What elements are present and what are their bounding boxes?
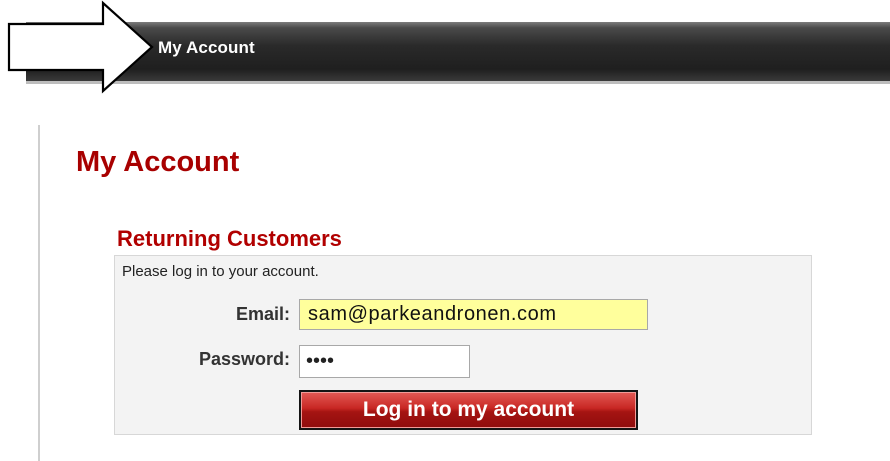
arrow-right-icon	[7, 0, 154, 94]
email-field[interactable]	[299, 299, 648, 330]
login-panel: Please log in to your account. Email: Pa…	[114, 255, 812, 435]
login-intro-text: Please log in to your account.	[122, 263, 319, 280]
email-label: Email:	[235, 304, 290, 324]
returning-customers-heading: Returning Customers	[117, 226, 342, 251]
login-button[interactable]: Log in to my account	[299, 390, 638, 430]
password-label: Password:	[198, 349, 290, 369]
content-divider	[38, 125, 40, 461]
page-title: My Account	[76, 146, 240, 178]
password-field[interactable]	[299, 345, 470, 378]
top-nav-title[interactable]: My Account	[158, 38, 255, 58]
